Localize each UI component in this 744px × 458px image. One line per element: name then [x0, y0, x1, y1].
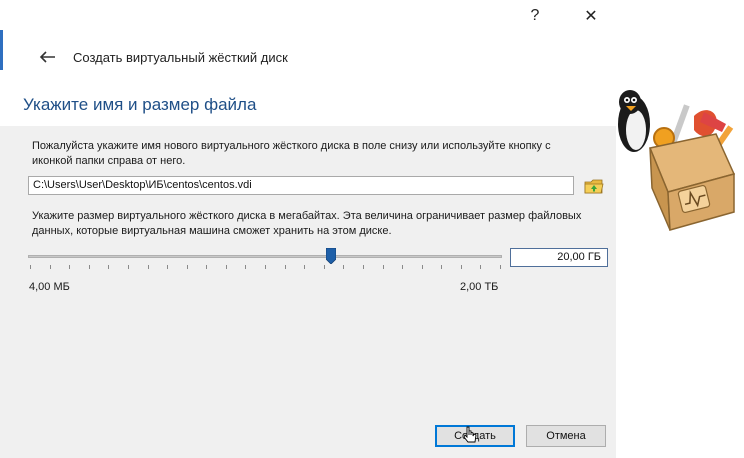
- size-value-input[interactable]: 20,00 ГБ: [510, 248, 608, 267]
- help-icon: ?: [530, 7, 540, 24]
- close-button[interactable]: ✕: [568, 0, 614, 32]
- background-accent: [0, 30, 3, 70]
- slider-tick: [480, 265, 481, 269]
- content-panel: [0, 126, 616, 414]
- slider-tick: [265, 265, 266, 269]
- slider-min-label: 4,00 МБ: [29, 281, 70, 293]
- help-button[interactable]: ?: [512, 0, 558, 32]
- slider-tick: [226, 265, 227, 269]
- slider-tick: [500, 265, 501, 269]
- slider-tick: [50, 265, 51, 269]
- title-bar: ? ✕: [30, 0, 744, 32]
- slider-tick: [167, 265, 168, 269]
- create-virtual-disk-dialog: ? ✕ Создать виртуальный жёсткий диск Ука…: [0, 0, 744, 458]
- file-description: Пожалуйста укажите имя нового виртуально…: [32, 140, 551, 167]
- screen: ? ✕ Создать виртуальный жёсткий диск Ука…: [0, 0, 744, 458]
- button-bar: [0, 414, 616, 458]
- slider-tick: [422, 265, 423, 269]
- page-title: Укажите имя и размер файла: [23, 95, 257, 114]
- slider-tick: [363, 265, 364, 269]
- slider-tick: [285, 265, 286, 269]
- slider-tick: [383, 265, 384, 269]
- slider-tick: [324, 265, 325, 269]
- slider-tick: [108, 265, 109, 269]
- size-slider-track[interactable]: [28, 255, 502, 258]
- size-description: Укажите размер виртуального жёсткого дис…: [32, 210, 582, 237]
- slider-tick: [461, 265, 462, 269]
- size-slider-thumb[interactable]: [326, 248, 336, 264]
- mouse-cursor-icon: [464, 426, 477, 443]
- back-arrow-icon[interactable]: [38, 49, 56, 65]
- dialog-title: Создать виртуальный жёсткий диск: [73, 50, 288, 65]
- slider-tick: [128, 265, 129, 269]
- slider-tick: [187, 265, 188, 269]
- slider-tick: [441, 265, 442, 269]
- close-icon: ✕: [584, 8, 598, 25]
- cancel-button[interactable]: Отмена: [526, 425, 606, 447]
- slider-tick: [69, 265, 70, 269]
- slider-max-label: 2,00 ТБ: [460, 281, 499, 293]
- folder-icon[interactable]: [583, 176, 605, 196]
- mascot-toolbox-icon: [618, 90, 736, 231]
- slider-tick: [148, 265, 149, 269]
- slider-tick: [245, 265, 246, 269]
- slider-tick: [343, 265, 344, 269]
- slider-tick: [402, 265, 403, 269]
- file-path-input[interactable]: C:\Users\User\Desktop\ИБ\centos\centos.v…: [28, 176, 574, 195]
- slider-tick: [30, 265, 31, 269]
- slider-tick: [89, 265, 90, 269]
- cancel-button-label: Отмена: [546, 430, 586, 442]
- slider-tick: [304, 265, 305, 269]
- slider-tick: [206, 265, 207, 269]
